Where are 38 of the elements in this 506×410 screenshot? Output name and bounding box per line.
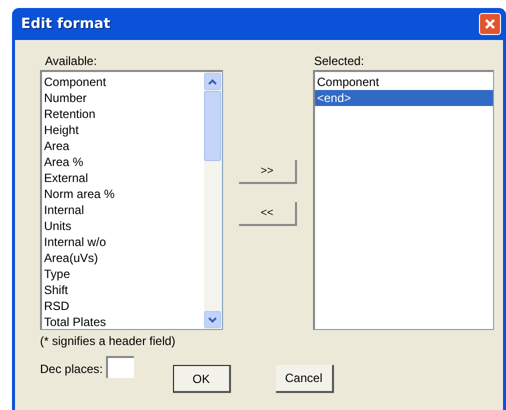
available-label: Available:: [45, 54, 98, 70]
list-item[interactable]: Retention: [42, 106, 204, 122]
remove-button[interactable]: <<: [239, 202, 297, 226]
list-item[interactable]: Number: [42, 90, 204, 106]
list-item[interactable]: Component: [42, 74, 204, 90]
ok-button[interactable]: OK: [172, 365, 231, 393]
close-button[interactable]: [479, 13, 501, 35]
list-item[interactable]: <end>: [315, 90, 493, 106]
scroll-thumb[interactable]: [204, 91, 221, 161]
list-item[interactable]: Units: [42, 218, 204, 234]
list-box[interactable]: Component Number Retention Height Area Area % External Norm area % Internal Units Internal w/o Area(uVs) Type Shift RSD Total Plates: [40, 70, 223, 330]
list-item[interactable]: Area: [42, 138, 204, 154]
dec-places-field[interactable]: [106, 356, 134, 378]
window-title: Edit format: [21, 16, 110, 32]
cancel-button[interactable]: Cancel: [276, 365, 334, 393]
scroll-up-button[interactable]: [204, 73, 221, 90]
scroll-down-button[interactable]: [204, 311, 221, 328]
list-item[interactable]: Area %: [42, 154, 204, 170]
list-item[interactable]: Height: [42, 122, 204, 138]
list-item[interactable]: Total Plates: [42, 314, 204, 330]
list-item[interactable]: Internal w/o: [42, 234, 204, 250]
list-item[interactable]: Area(uVs): [42, 250, 204, 266]
add-button[interactable]: >>: [239, 160, 297, 184]
list-item[interactable]: Internal: [42, 202, 204, 218]
close-icon: [484, 18, 496, 30]
caret-up-icon: [208, 78, 217, 84]
list-item[interactable]: Norm area %: [42, 186, 204, 202]
list-item[interactable]: Type: [42, 266, 204, 282]
note-text: (* signifies a header field): [40, 334, 176, 350]
list-item[interactable]: RSD: [42, 298, 204, 314]
selected-label: Selected:: [314, 54, 366, 70]
list-box[interactable]: Component <end>: [313, 70, 494, 330]
dec-places-label: Dec places:: [40, 362, 103, 376]
scrollbar[interactable]: [204, 72, 222, 329]
caret-down-icon: [208, 316, 217, 322]
list-item[interactable]: External: [42, 170, 204, 186]
list-item[interactable]: Component: [315, 74, 493, 90]
list-item[interactable]: Shift: [42, 282, 204, 298]
